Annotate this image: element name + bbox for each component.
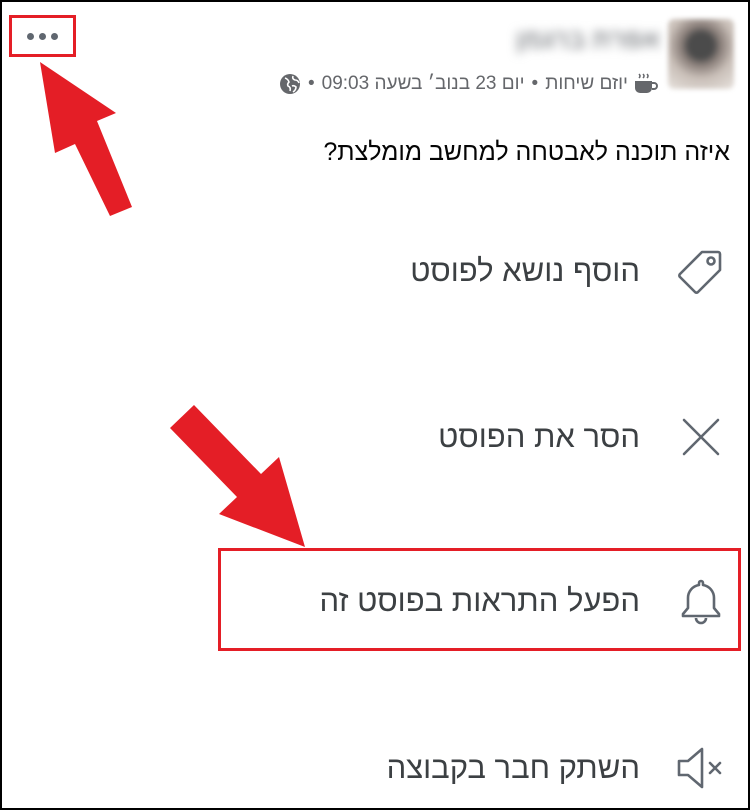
menu-item-add-topic[interactable]: הוסף נושא לפוסט bbox=[410, 236, 728, 306]
more-options-button[interactable] bbox=[9, 15, 76, 57]
group-badge: יוזם שיחות bbox=[545, 73, 628, 94]
meta-separator: • bbox=[307, 73, 315, 94]
post-timestamp[interactable]: יום 23 בנוב׳ בשעה 09:03 bbox=[322, 73, 525, 95]
menu-item-label: הפעל התראות בפוסט זה bbox=[319, 583, 640, 618]
menu-item-label: הוסף נושא לפוסט bbox=[410, 253, 640, 288]
menu-item-mute-member[interactable]: השתק חבר בקבוצה bbox=[387, 733, 728, 803]
bell-icon bbox=[674, 574, 728, 628]
more-dot bbox=[27, 32, 34, 40]
menu-item-label: הסר את הפוסט bbox=[438, 419, 640, 454]
tag-icon bbox=[674, 244, 728, 298]
menu-item-remove-post[interactable]: הסר את הפוסט bbox=[438, 402, 728, 472]
menu-item-label: השתק חבר בקבוצה bbox=[386, 750, 640, 785]
mute-icon bbox=[674, 741, 728, 795]
coffee-icon bbox=[632, 72, 658, 96]
meta-separator: • bbox=[531, 73, 539, 94]
close-icon bbox=[674, 410, 728, 464]
more-dot bbox=[39, 32, 46, 40]
avatar[interactable] bbox=[668, 19, 734, 89]
author-name[interactable]: אפרת ברגמן bbox=[516, 24, 660, 55]
post-meta: יוזם שיחות • יום 23 בנוב׳ בשעה 09:03 • bbox=[279, 72, 658, 96]
more-dot bbox=[51, 32, 58, 40]
post-text: איזה תוכנה לאבטחה למחשב מומלצת? bbox=[323, 138, 730, 166]
menu-item-turn-on-notifications[interactable]: הפעל התראות בפוסט זה bbox=[319, 566, 728, 636]
globe-icon[interactable] bbox=[279, 73, 301, 95]
